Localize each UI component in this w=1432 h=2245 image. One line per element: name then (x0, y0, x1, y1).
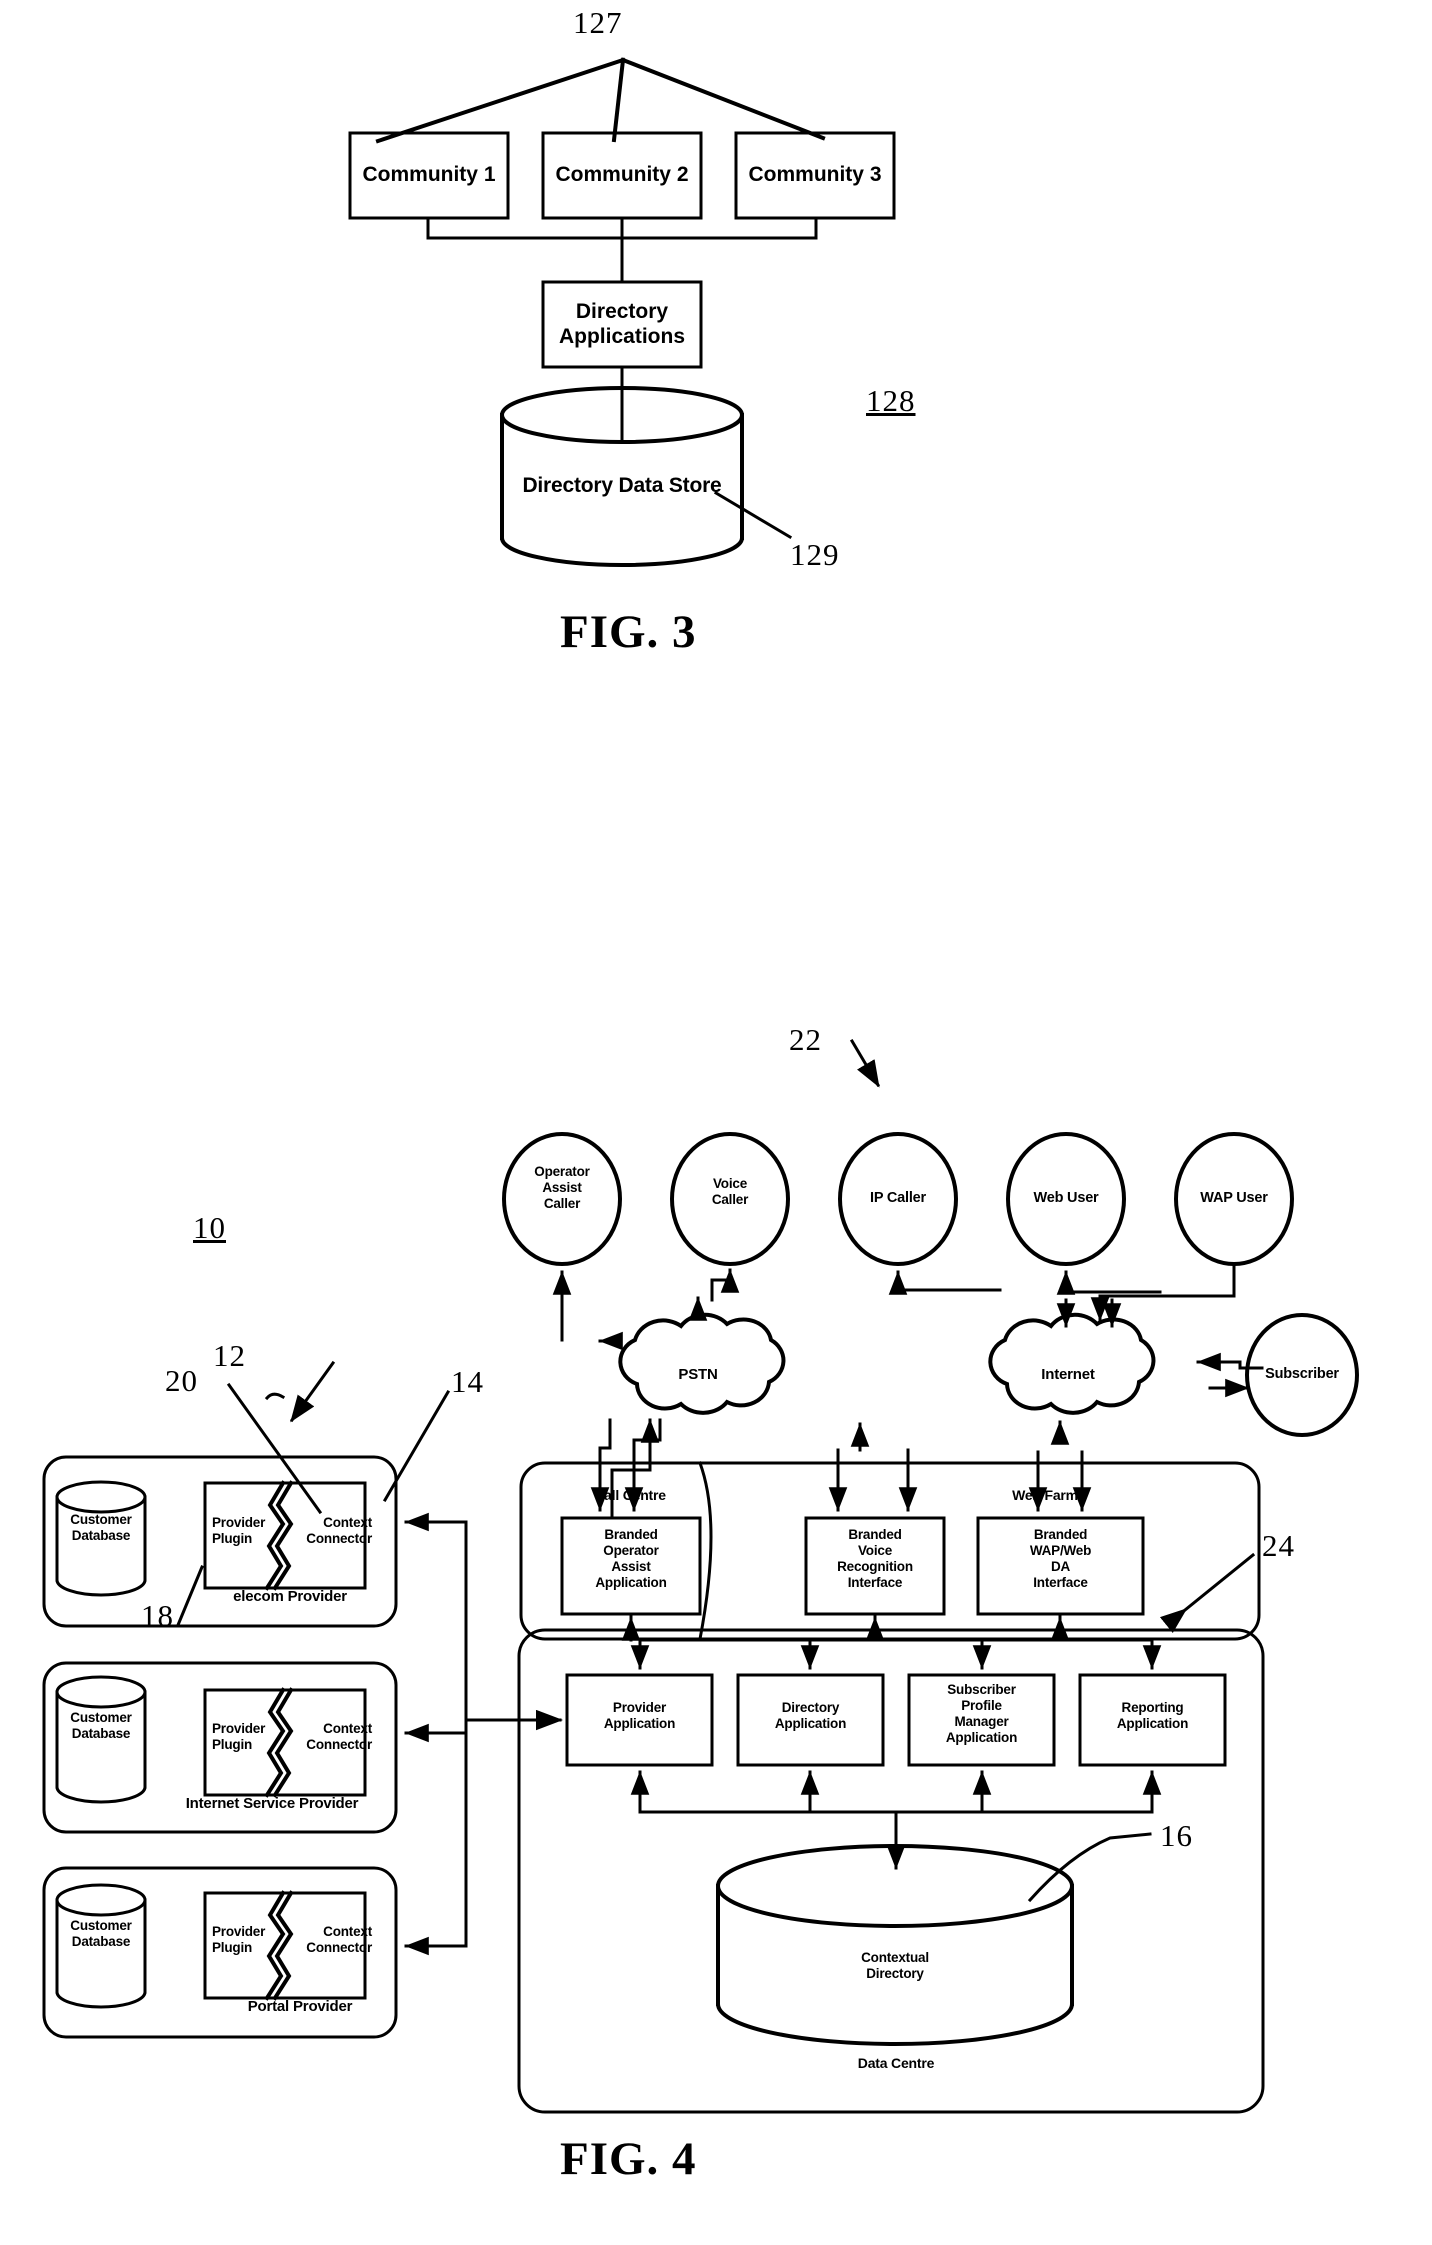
fig4-ref-16: 16 (1160, 1818, 1193, 1853)
fig4-provider-1-database: Customer Database (70, 1512, 132, 1543)
patent-drawing-sheet: 127 Community 1 Community 2 Community 3 … (0, 0, 1432, 2245)
fig4-provider-1-plugin: Provider Plugin (212, 1515, 266, 1546)
fig4-ref-10: 10 (193, 1210, 226, 1245)
fig4-user-operator-assist-caller: Operator Assist Caller (534, 1164, 590, 1211)
fig4-core-provider-application: Provider Application (603, 1700, 676, 1731)
fig4-branded-voice-recognition-interface: Branded Voice Recognition Interface (837, 1527, 913, 1590)
fig3-directory-applications-label: Directory Applications (558, 300, 685, 348)
fig3-ref-128: 128 (866, 383, 916, 418)
fig4-user-voice-caller: Voice Caller (711, 1176, 749, 1207)
fig4-user-ip-caller: IP Caller (870, 1190, 926, 1206)
fig4-user-web-user: Web User (1033, 1190, 1099, 1206)
fig4-provider-3-name: Portal Provider (247, 1998, 353, 2015)
fig4-provider-2-connector: Context Connector (306, 1721, 372, 1752)
fig4-ref-22: 22 (789, 1022, 822, 1057)
diagram-text-layer: 127 Community 1 Community 2 Community 3 … (0, 0, 1432, 2245)
fig4-subscriber: Subscriber (1265, 1366, 1339, 1382)
fig4-provider-3-connector: Context Connector (306, 1924, 372, 1955)
fig4-group-data-centre: Data Centre (857, 2055, 935, 2071)
fig3-community-3: Community 3 (748, 163, 882, 186)
fig4-provider-1-name: elecom Provider (233, 1588, 347, 1605)
fig4-ref-18: 18 (141, 1598, 174, 1633)
fig4-ref-24: 24 (1262, 1528, 1295, 1563)
fig3-ref-127: 127 (573, 5, 623, 40)
fig4-provider-2-name: Internet Service Provider (185, 1795, 359, 1812)
fig4-ref-14: 14 (451, 1364, 484, 1399)
fig3-community-2: Community 2 (555, 163, 689, 186)
fig4-core-directory-application: Directory Application (774, 1700, 847, 1731)
fig4-network-internet: Internet (1041, 1366, 1095, 1383)
fig4-provider-2-database: Customer Database (70, 1710, 132, 1741)
fig4-ref-12: 12 (213, 1338, 246, 1373)
fig4-core-subscriber-profile-manager-application: Subscriber Profile Manager Application (945, 1682, 1018, 1745)
fig4-user-wap-user: WAP User (1200, 1190, 1268, 1206)
fig4-group-call-centre: Call Centre (594, 1487, 666, 1503)
fig4-group-web-farm: Web Farm (1012, 1487, 1078, 1503)
fig4-branded-operator-assist-application: Branded Operator Assist Application (595, 1527, 667, 1590)
fig4-provider-3-database: Customer Database (70, 1918, 132, 1949)
fig3-community-1: Community 1 (362, 163, 496, 186)
fig4-provider-2-plugin: Provider Plugin (212, 1721, 266, 1752)
fig4-ref-20: 20 (165, 1363, 198, 1398)
fig4-provider-3-plugin: Provider Plugin (212, 1924, 266, 1955)
fig3-title: FIG. 3 (560, 606, 697, 658)
fig4-core-reporting-application: Reporting Application (1116, 1700, 1189, 1731)
fig4-contextual-directory-label: Contextual Directory (861, 1950, 929, 1981)
fig4-provider-1-connector: Context Connector (306, 1515, 372, 1546)
fig3-ref-129: 129 (790, 537, 840, 572)
fig4-title: FIG. 4 (560, 2133, 697, 2185)
fig3-data-store-label: Directory Data Store (522, 474, 722, 497)
fig4-branded-wap-web-da-interface: Branded WAP/Web DA Interface (1029, 1527, 1092, 1590)
fig4-network-pstn: PSTN (678, 1366, 718, 1383)
